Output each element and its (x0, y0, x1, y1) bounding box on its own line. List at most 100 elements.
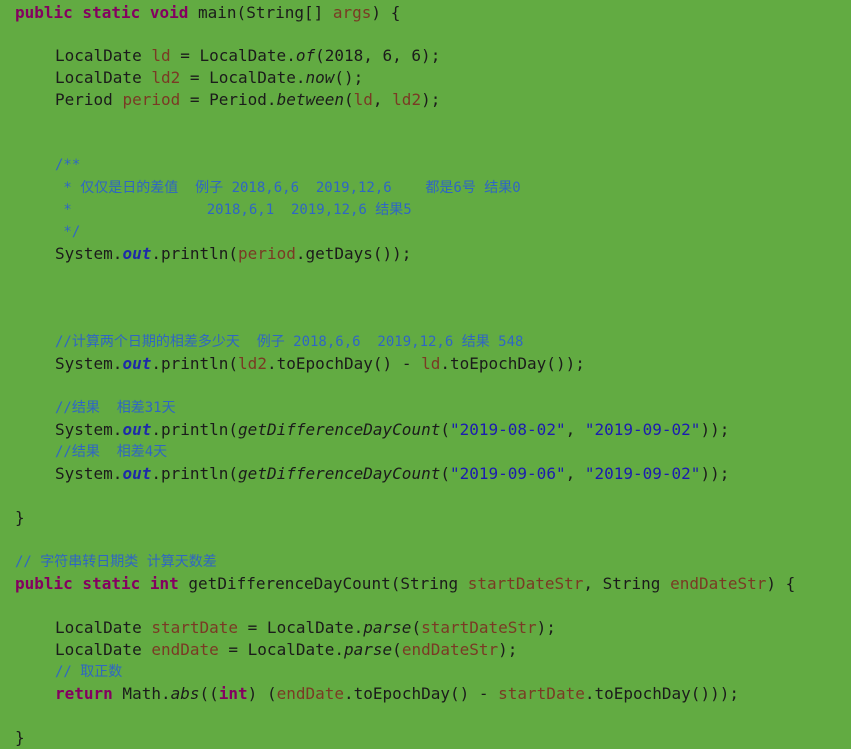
code-text: .println( (151, 420, 239, 439)
print-difference-statement: System.out.println(getDifferenceDayCount… (55, 463, 851, 485)
code-text: ( (344, 90, 354, 109)
static-method-name: between (276, 90, 344, 109)
code-text: (); (334, 68, 364, 87)
static-method-name: parse (344, 640, 393, 659)
keyword: public static void (15, 3, 189, 22)
string-literal: "2019-09-06" (449, 464, 566, 483)
parameter-name: args (332, 3, 372, 22)
type-name: Period (55, 90, 123, 109)
doc-comment-line: * 仅仅是日的差值 例子 2018,6,6 2019,12,6 都是6号 结果0 (55, 180, 521, 196)
code-text: )); (700, 420, 730, 439)
static-method-name: parse (363, 618, 412, 637)
keyword: int (149, 574, 179, 593)
code-text: ( (440, 464, 450, 483)
static-field: out (122, 420, 152, 439)
code-text: .toEpochDay()); (440, 354, 585, 373)
code-text: System. (55, 420, 123, 439)
code-text: System. (55, 244, 123, 263)
ld2-declaration: LocalDate ld2 = LocalDate.now(); (55, 67, 851, 89)
code-text: ); (498, 640, 518, 659)
code-text: main(String[] (188, 3, 333, 22)
keyword: return (55, 684, 113, 703)
code-text: = LocalDate. (218, 640, 344, 659)
doc-comment-line: */ (55, 224, 81, 240)
variable-name: ld2 (151, 68, 181, 87)
line-comment: //计算两个日期的相差多少天 例子 2018,6,6 2019,12,6 结果 … (55, 334, 524, 350)
code-text: = Period. (180, 90, 277, 109)
static-field: out (122, 244, 152, 263)
code-text: = LocalDate. (170, 46, 296, 65)
variable-name: ld (151, 46, 171, 65)
code-text: .toEpochDay())); (584, 684, 739, 703)
closing-brace: } (15, 728, 25, 747)
code-text: (( (199, 684, 219, 703)
code-text: System. (55, 354, 123, 373)
type-name: LocalDate (55, 68, 152, 87)
code-text: .getDays()); (295, 244, 412, 263)
code-editor[interactable]: public static void main(String[] args) {… (0, 0, 851, 747)
print-epoch-statement: System.out.println(ld2.toEpochDay() - ld… (55, 353, 851, 375)
code-text: , (565, 464, 585, 483)
code-text: .println( (151, 244, 239, 263)
variable-name: ld (353, 90, 373, 109)
variable-name: ld (421, 354, 441, 373)
type-name: LocalDate (55, 618, 152, 637)
parameter-name: startDateStr (467, 574, 584, 593)
code-text: ( (392, 640, 402, 659)
end-date-declaration: LocalDate endDate = LocalDate.parse(endD… (55, 639, 851, 661)
static-method-name: now (305, 68, 335, 87)
code-text: ); (536, 618, 556, 637)
main-method-declaration: public static void main(String[] args) { (15, 2, 851, 24)
variable-name: endDate (276, 684, 345, 703)
code-text: .println( (151, 464, 239, 483)
parameter-name: startDateStr (421, 618, 537, 637)
code-text: , (565, 420, 585, 439)
closing-brace: } (15, 508, 25, 527)
variable-name: endDate (151, 640, 219, 659)
type-name: LocalDate (55, 46, 152, 65)
code-text: ) ( (247, 684, 277, 703)
code-text: = LocalDate. (180, 68, 306, 87)
line-comment: // 字符串转日期类 计算天数差 (15, 554, 217, 570)
code-text: ); (421, 90, 441, 109)
keyword: public static (15, 574, 141, 593)
code-text: getDifferenceDayCount(String (178, 574, 468, 593)
code-text: .println( (151, 354, 239, 373)
start-date-declaration: LocalDate startDate = LocalDate.parse(st… (55, 617, 851, 639)
code-text: .toEpochDay() - (266, 354, 422, 373)
variable-name: period (238, 244, 296, 263)
code-text: ) { (766, 574, 796, 593)
line-comment: //结果 相差31天 (55, 400, 176, 416)
string-literal: "2019-09-02" (584, 420, 701, 439)
static-method-name: getDifferenceDayCount (238, 464, 441, 483)
period-declaration: Period period = Period.between(ld, ld2); (55, 89, 851, 111)
line-comment: // 取正数 (55, 664, 123, 680)
code-text: , String (583, 574, 671, 593)
code-text: (2018, 6, 6); (315, 46, 441, 65)
variable-name: ld2 (238, 354, 267, 373)
code-text: System. (55, 464, 123, 483)
method-declaration: public static int getDifferenceDayCount(… (15, 573, 851, 595)
doc-comment-line: * 2018,6,1 2019,12,6 结果5 (55, 202, 412, 218)
static-field: out (122, 354, 152, 373)
ld-declaration: LocalDate ld = LocalDate.of(2018, 6, 6); (55, 45, 851, 67)
code-text: ( (440, 420, 450, 439)
print-days-statement: System.out.println(period.getDays()); (55, 243, 851, 265)
return-statement: return Math.abs((int) (endDate.toEpochDa… (55, 683, 851, 705)
static-method-name: getDifferenceDayCount (238, 420, 441, 439)
code-text: Math. (112, 684, 171, 703)
code-text: , (372, 90, 393, 109)
variable-name: ld2 (392, 90, 422, 109)
code-text: )); (700, 464, 730, 483)
code-text: .toEpochDay() - (344, 684, 499, 703)
code-text: ) { (371, 3, 401, 22)
keyword: int (218, 684, 248, 703)
static-method-name: of (295, 46, 316, 65)
parameter-name: endDateStr (401, 640, 499, 659)
doc-comment-line: /** (55, 157, 81, 173)
variable-name: period (122, 90, 181, 109)
string-literal: "2019-09-02" (584, 464, 701, 483)
code-text: ( (411, 618, 422, 637)
parameter-name: endDateStr (670, 574, 767, 593)
